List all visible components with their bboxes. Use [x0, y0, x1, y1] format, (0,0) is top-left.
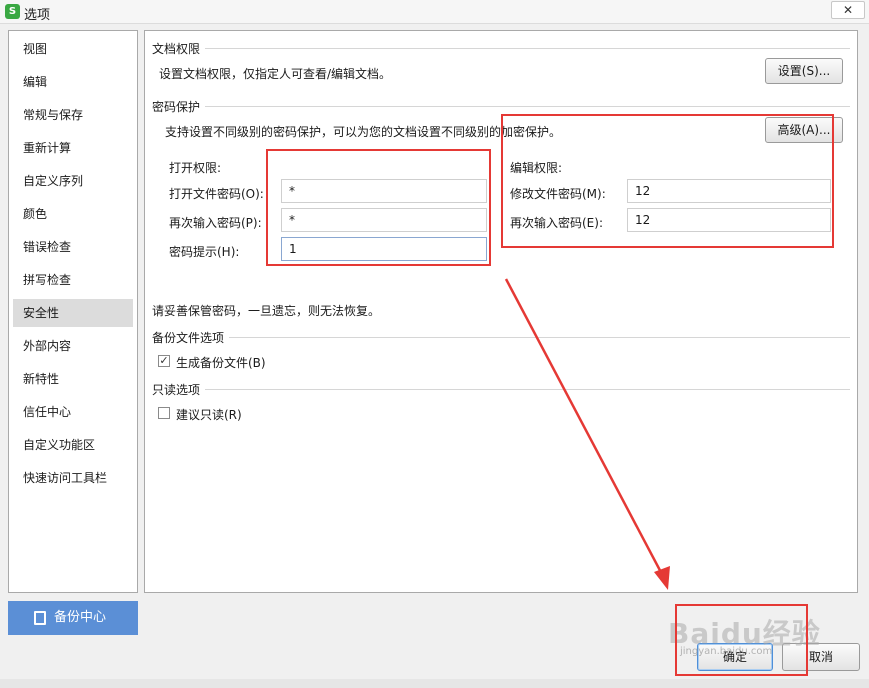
doc-permissions-description: 设置文档权限，仅指定人可查看/编辑文档。: [159, 67, 392, 81]
sidebar-item[interactable]: 错误检查: [13, 233, 133, 261]
window-title: 选项: [24, 8, 51, 23]
edit-password-confirm-label: 再次输入密码(E):: [510, 216, 603, 230]
sidebar-item[interactable]: 新特性: [13, 365, 133, 393]
sidebar-item[interactable]: 外部内容: [13, 332, 133, 360]
backup-options-heading: 备份文件选项: [152, 331, 225, 345]
edit-password-label: 修改文件密码(M):: [510, 187, 606, 201]
sidebar-item[interactable]: 自定义功能区: [13, 431, 133, 459]
open-password-field[interactable]: *: [281, 179, 487, 203]
wps-app-icon: S: [5, 4, 20, 19]
password-protection-description: 支持设置不同级别的密码保护，可以为您的文档设置不同级别的加密保护。: [165, 125, 562, 139]
security-panel: 文档权限 设置文档权限，仅指定人可查看/编辑文档。 设置(S)... 密码保护 …: [144, 30, 858, 593]
title-bar: S 选项 ✕: [0, 0, 869, 24]
create-backup-checkbox[interactable]: ✓: [158, 355, 170, 367]
advanced-button[interactable]: 高级(A)...: [765, 117, 843, 143]
sidebar-item[interactable]: 常规与保存: [13, 101, 133, 129]
backup-icon: [34, 611, 46, 625]
recommend-readonly-label: 建议只读(R): [176, 408, 242, 422]
section-divider: [229, 337, 850, 338]
sidebar-item[interactable]: 编辑: [13, 68, 133, 96]
open-permission-heading: 打开权限:: [169, 161, 222, 175]
sidebar-item[interactable]: 颜色: [13, 200, 133, 228]
sidebar-item[interactable]: 视图: [13, 35, 133, 63]
edit-password-confirm-field[interactable]: 12: [627, 208, 831, 232]
settings-button[interactable]: 设置(S)...: [765, 58, 843, 84]
close-button[interactable]: ✕: [831, 1, 865, 19]
sidebar-item[interactable]: 重新计算: [13, 134, 133, 162]
section-divider: [205, 389, 850, 390]
sidebar-item[interactable]: 快速访问工具栏: [13, 464, 133, 492]
section-divider: [205, 48, 850, 49]
sidebar-item[interactable]: 拼写检查: [13, 266, 133, 294]
password-warning: 请妥善保管密码，一旦遗忘，则无法恢复。: [152, 304, 381, 318]
create-backup-label: 生成备份文件(B): [176, 356, 266, 370]
backup-center-button[interactable]: 备份中心: [8, 601, 138, 635]
password-hint-label: 密码提示(H):: [169, 245, 240, 259]
doc-permissions-heading: 文档权限: [152, 42, 201, 56]
section-divider: [205, 106, 850, 107]
open-password-confirm-label: 再次输入密码(P):: [169, 216, 262, 230]
status-strip: [0, 679, 869, 688]
sidebar-item[interactable]: 安全性: [13, 299, 133, 327]
readonly-options-heading: 只读选项: [152, 383, 201, 397]
sidebar-item[interactable]: 信任中心: [13, 398, 133, 426]
open-password-label: 打开文件密码(O):: [169, 187, 264, 201]
edit-permission-heading: 编辑权限:: [510, 161, 563, 175]
options-sidebar: 视图编辑常规与保存重新计算自定义序列颜色错误检查拼写检查安全性外部内容新特性信任…: [8, 30, 138, 593]
open-password-confirm-field[interactable]: *: [281, 208, 487, 232]
password-protection-heading: 密码保护: [152, 100, 201, 114]
password-hint-field[interactable]: 1: [281, 237, 487, 261]
sidebar-item[interactable]: 自定义序列: [13, 167, 133, 195]
edit-password-field[interactable]: 12: [627, 179, 831, 203]
backup-center-label: 备份中心: [54, 610, 107, 625]
baidu-watermark-url: jingyan.baidu.com: [680, 646, 773, 657]
recommend-readonly-checkbox[interactable]: [158, 407, 170, 419]
